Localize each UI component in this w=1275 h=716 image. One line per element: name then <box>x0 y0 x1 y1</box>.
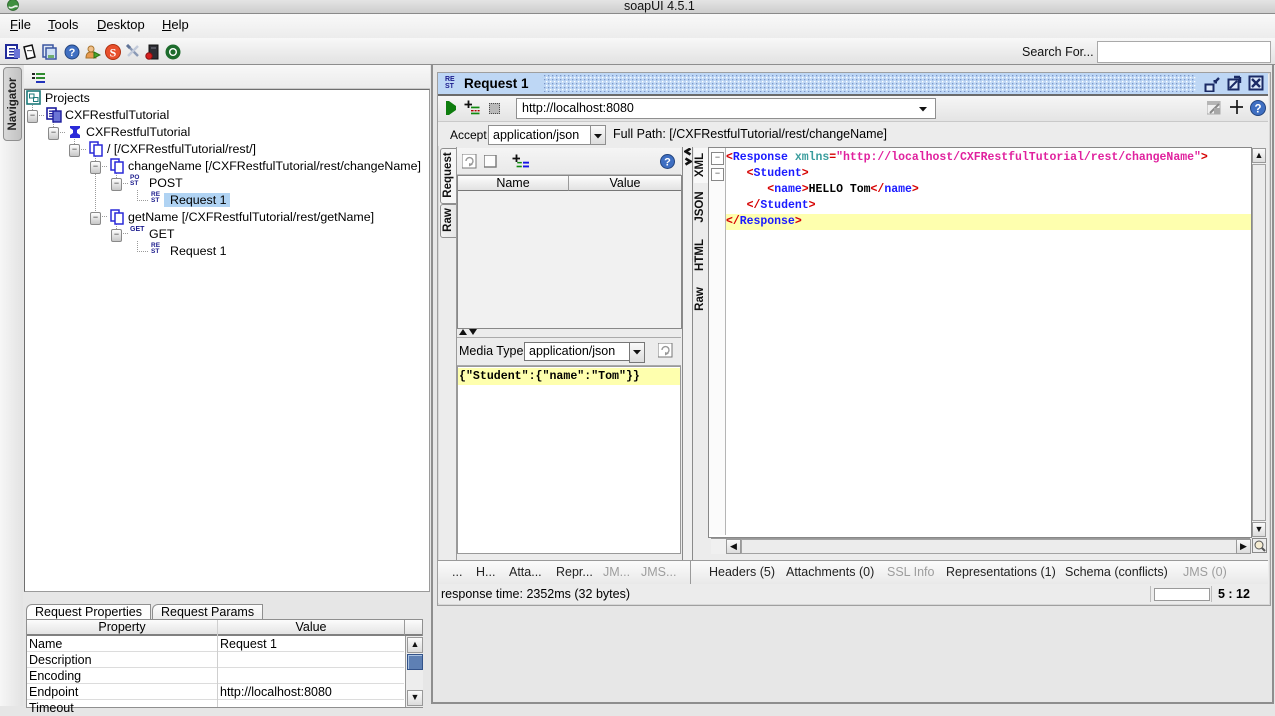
svg-text:?: ? <box>664 157 671 169</box>
svg-text:?: ? <box>1254 104 1261 116</box>
svg-text:S: S <box>110 46 117 60</box>
svg-text:?: ? <box>69 47 76 59</box>
